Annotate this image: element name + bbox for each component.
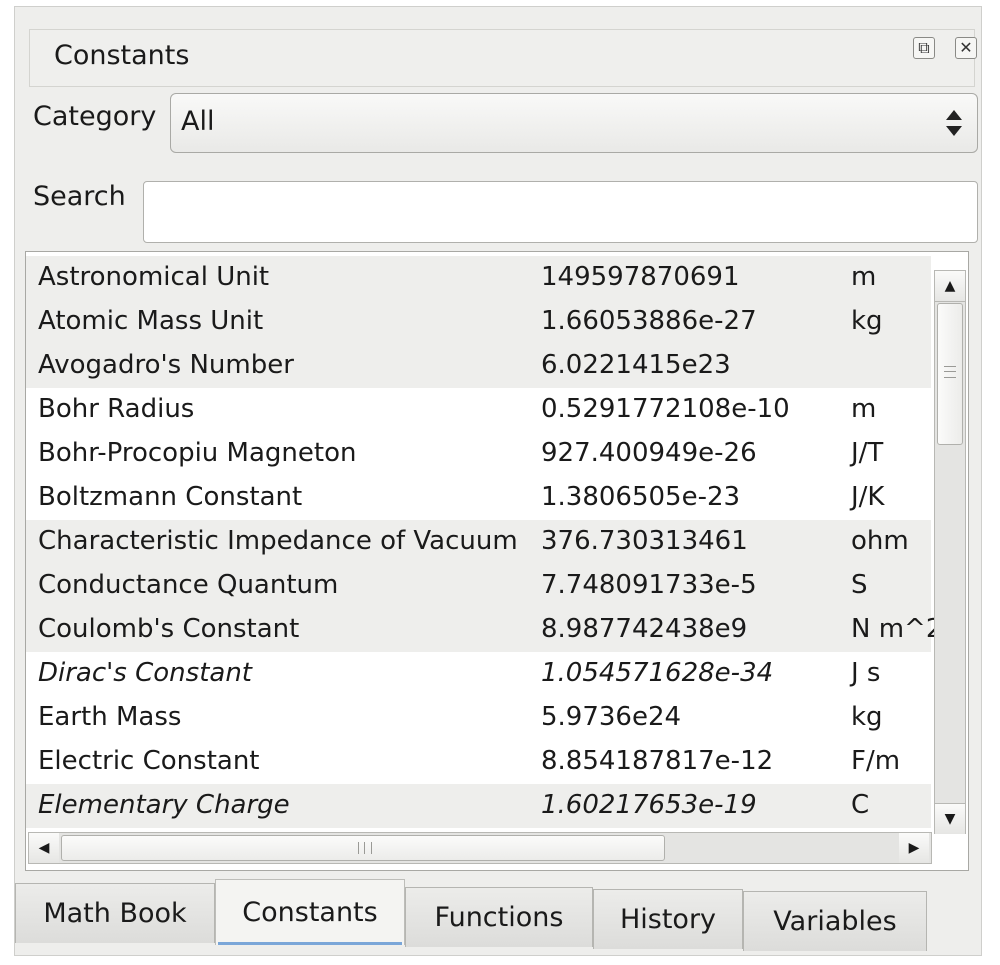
constant-value: 149597870691 — [541, 262, 740, 292]
scroll-down-button[interactable]: ▼ — [935, 803, 965, 834]
updown-arrows-icon — [946, 110, 962, 136]
table-row[interactable]: Earth Mass 5.9736e24 kg — [26, 696, 931, 740]
tab-label: Math Book — [43, 898, 187, 929]
tab-variables[interactable]: Variables — [743, 891, 927, 951]
search-label: Search — [33, 181, 126, 212]
scroll-up-button[interactable]: ▲ — [935, 271, 965, 302]
constant-value: 6.0221415e23 — [541, 350, 731, 380]
table-row[interactable]: Dirac's Constant 1.054571628e-34 J s — [26, 652, 931, 696]
constant-value: 8.854187817e-12 — [541, 746, 774, 776]
horizontal-scrollbar[interactable]: ◀ ▶ — [28, 832, 932, 864]
constant-unit: ohm — [851, 526, 909, 556]
arrow-right-icon: ▶ — [908, 840, 920, 856]
constant-unit: N m^2 — [851, 614, 943, 644]
table-row[interactable]: Bohr-Procopiu Magneton 927.400949e-26 J/T — [26, 432, 931, 476]
dock-tab-bar: Math Book Constants Functions History Va… — [15, 879, 983, 957]
constant-unit: kg — [851, 702, 883, 732]
arrow-up-icon: ▲ — [944, 278, 956, 294]
constant-unit: kg — [851, 306, 883, 336]
table-row[interactable]: Atomic Mass Unit 1.66053886e-27 kg — [26, 300, 931, 344]
constant-unit: J s — [851, 658, 881, 688]
dock-titlebar: Constants — [29, 29, 975, 87]
constant-name: Conductance Quantum — [38, 570, 339, 600]
constant-name: Astronomical Unit — [38, 262, 270, 292]
dock-title: Constants — [54, 40, 190, 71]
category-select[interactable]: All — [170, 93, 978, 153]
table-row[interactable]: Conductance Quantum 7.748091733e-5 S — [26, 564, 931, 608]
arrow-down-icon: ▼ — [944, 811, 956, 827]
category-label: Category — [33, 101, 157, 132]
constant-value: 1.66053886e-27 — [541, 306, 757, 336]
constant-value: 7.748091733e-5 — [541, 570, 757, 600]
restore-icon: ⧉ — [918, 38, 930, 57]
table-row[interactable]: Characteristic Impedance of Vacuum 376.73… — [26, 520, 931, 564]
tab-functions[interactable]: Functions — [405, 887, 593, 947]
scroll-right-button[interactable]: ▶ — [899, 833, 929, 863]
constant-value: 0.5291772108e-10 — [541, 394, 790, 424]
close-dock-button[interactable]: ✕ — [955, 37, 977, 59]
constant-unit: J/K — [851, 482, 885, 512]
constant-unit: J/T — [851, 438, 884, 468]
table-row[interactable]: Boltzmann Constant 1.3806505e-23 J/K — [26, 476, 931, 520]
constant-name: Atomic Mass Unit — [38, 306, 264, 336]
constants-list[interactable]: Astronomical Unit 149597870691 m Atomic Mas… — [25, 251, 969, 871]
constant-unit: m — [851, 262, 877, 292]
tab-label: History — [619, 904, 717, 935]
tab-constants[interactable]: Constants — [215, 879, 405, 945]
constant-name: Electric Constant — [38, 746, 260, 776]
tab-label: Functions — [434, 902, 564, 933]
constant-value: 8.987742438e9 — [541, 614, 748, 644]
tab-label: Variables — [773, 906, 897, 937]
vertical-scroll-thumb[interactable] — [937, 303, 963, 445]
table-row[interactable]: Bohr Radius 0.5291772108e-10 m — [26, 388, 931, 432]
horizontal-scroll-thumb[interactable] — [61, 835, 665, 861]
constants-dock-panel: Constants ⧉ ✕ Category All Search Astron… — [14, 6, 982, 956]
grip-icon — [944, 366, 956, 378]
search-input[interactable] — [143, 181, 978, 243]
vertical-scrollbar[interactable]: ▲ ▼ — [934, 270, 966, 834]
constant-name: Bohr Radius — [38, 394, 195, 424]
constant-value: 1.60217653e-19 — [541, 790, 757, 820]
constant-name: Characteristic Impedance of Vacuum — [38, 526, 518, 556]
table-row[interactable]: Avogadro's Number 6.0221415e23 — [26, 344, 931, 388]
constant-unit: C — [851, 790, 870, 820]
table-row[interactable]: Coulomb's Constant 8.987742438e9 N m^2 — [26, 608, 942, 652]
constant-name: Dirac's Constant — [38, 658, 253, 688]
constant-value: 1.3806505e-23 — [541, 482, 741, 512]
constant-unit: F/m — [851, 746, 901, 776]
constant-name: Earth Mass — [38, 702, 182, 732]
constant-name: Bohr-Procopiu Magneton — [38, 438, 357, 468]
category-selected-value: All — [181, 106, 215, 137]
constant-name: Coulomb's Constant — [38, 614, 300, 644]
tab-math-book[interactable]: Math Book — [15, 883, 215, 943]
constant-value: 1.054571628e-34 — [541, 658, 774, 688]
constant-name: Elementary Charge — [38, 790, 290, 820]
constant-name: Avogadro's Number — [38, 350, 294, 380]
constant-value: 376.730313461 — [541, 526, 748, 556]
table-row[interactable]: Elementary Charge 1.60217653e-19 C — [26, 784, 931, 828]
grip-icon — [358, 842, 372, 854]
tab-label: Constants — [242, 897, 378, 928]
arrow-left-icon: ◀ — [38, 840, 50, 856]
constant-value: 5.9736e24 — [541, 702, 682, 732]
tab-history[interactable]: History — [593, 889, 743, 949]
constant-unit: m — [851, 394, 877, 424]
table-row[interactable]: Astronomical Unit 149597870691 m — [26, 256, 931, 300]
float-window-button[interactable]: ⧉ — [913, 37, 935, 59]
constant-unit: S — [851, 570, 868, 600]
table-row[interactable]: Electric Constant 8.854187817e-12 F/m — [26, 740, 931, 784]
constant-value: 927.400949e-26 — [541, 438, 757, 468]
scroll-left-button[interactable]: ◀ — [29, 833, 59, 863]
constant-name: Boltzmann Constant — [38, 482, 303, 512]
close-icon: ✕ — [959, 38, 973, 57]
